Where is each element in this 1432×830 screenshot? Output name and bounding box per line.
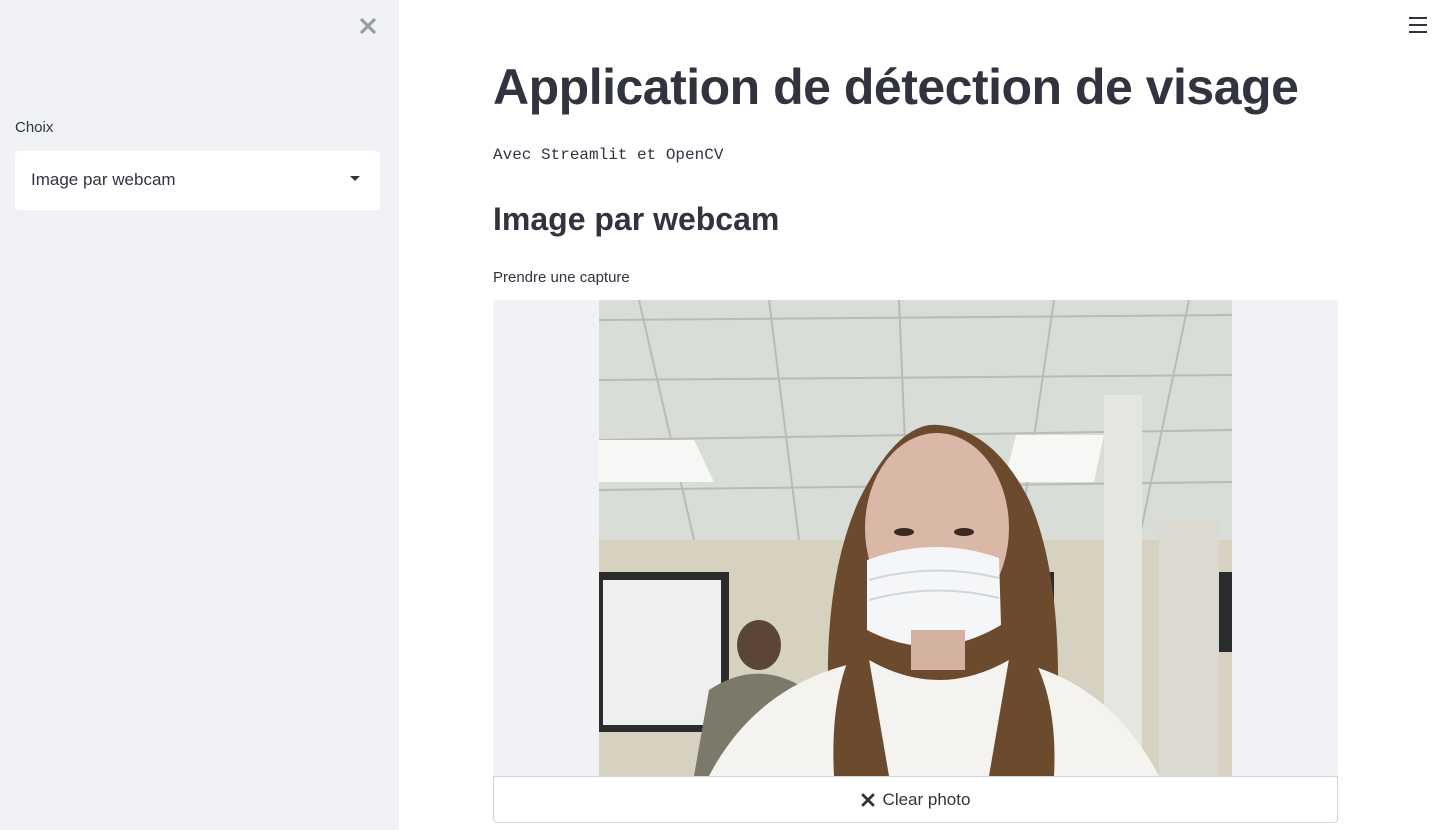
camera-input-label: Prendre une capture [493, 269, 630, 286]
camera-input-frame [493, 300, 1338, 776]
clear-photo-button[interactable]: Clear photo [493, 776, 1338, 823]
main-menu-button[interactable] [1406, 14, 1430, 36]
page-subtitle: Avec Streamlit et OpenCV [493, 146, 724, 164]
select-value: Image par webcam [31, 170, 176, 189]
sidebar: Choix Image par webcam [0, 0, 399, 830]
choice-select[interactable]: Image par webcam [15, 151, 380, 210]
close-icon [360, 18, 376, 34]
sidebar-close-button[interactable] [356, 14, 380, 38]
caret-down-icon [350, 176, 360, 181]
close-icon [861, 793, 874, 806]
app-root: Choix Image par webcam Application de dé… [0, 0, 1432, 830]
captured-photo [599, 300, 1232, 776]
page-title: Application de détection de visage [493, 59, 1299, 115]
section-title: Image par webcam [493, 201, 780, 237]
clear-photo-label: Clear photo [882, 789, 971, 809]
select-label: Choix [15, 119, 54, 136]
captured-photo-image [599, 300, 1232, 776]
